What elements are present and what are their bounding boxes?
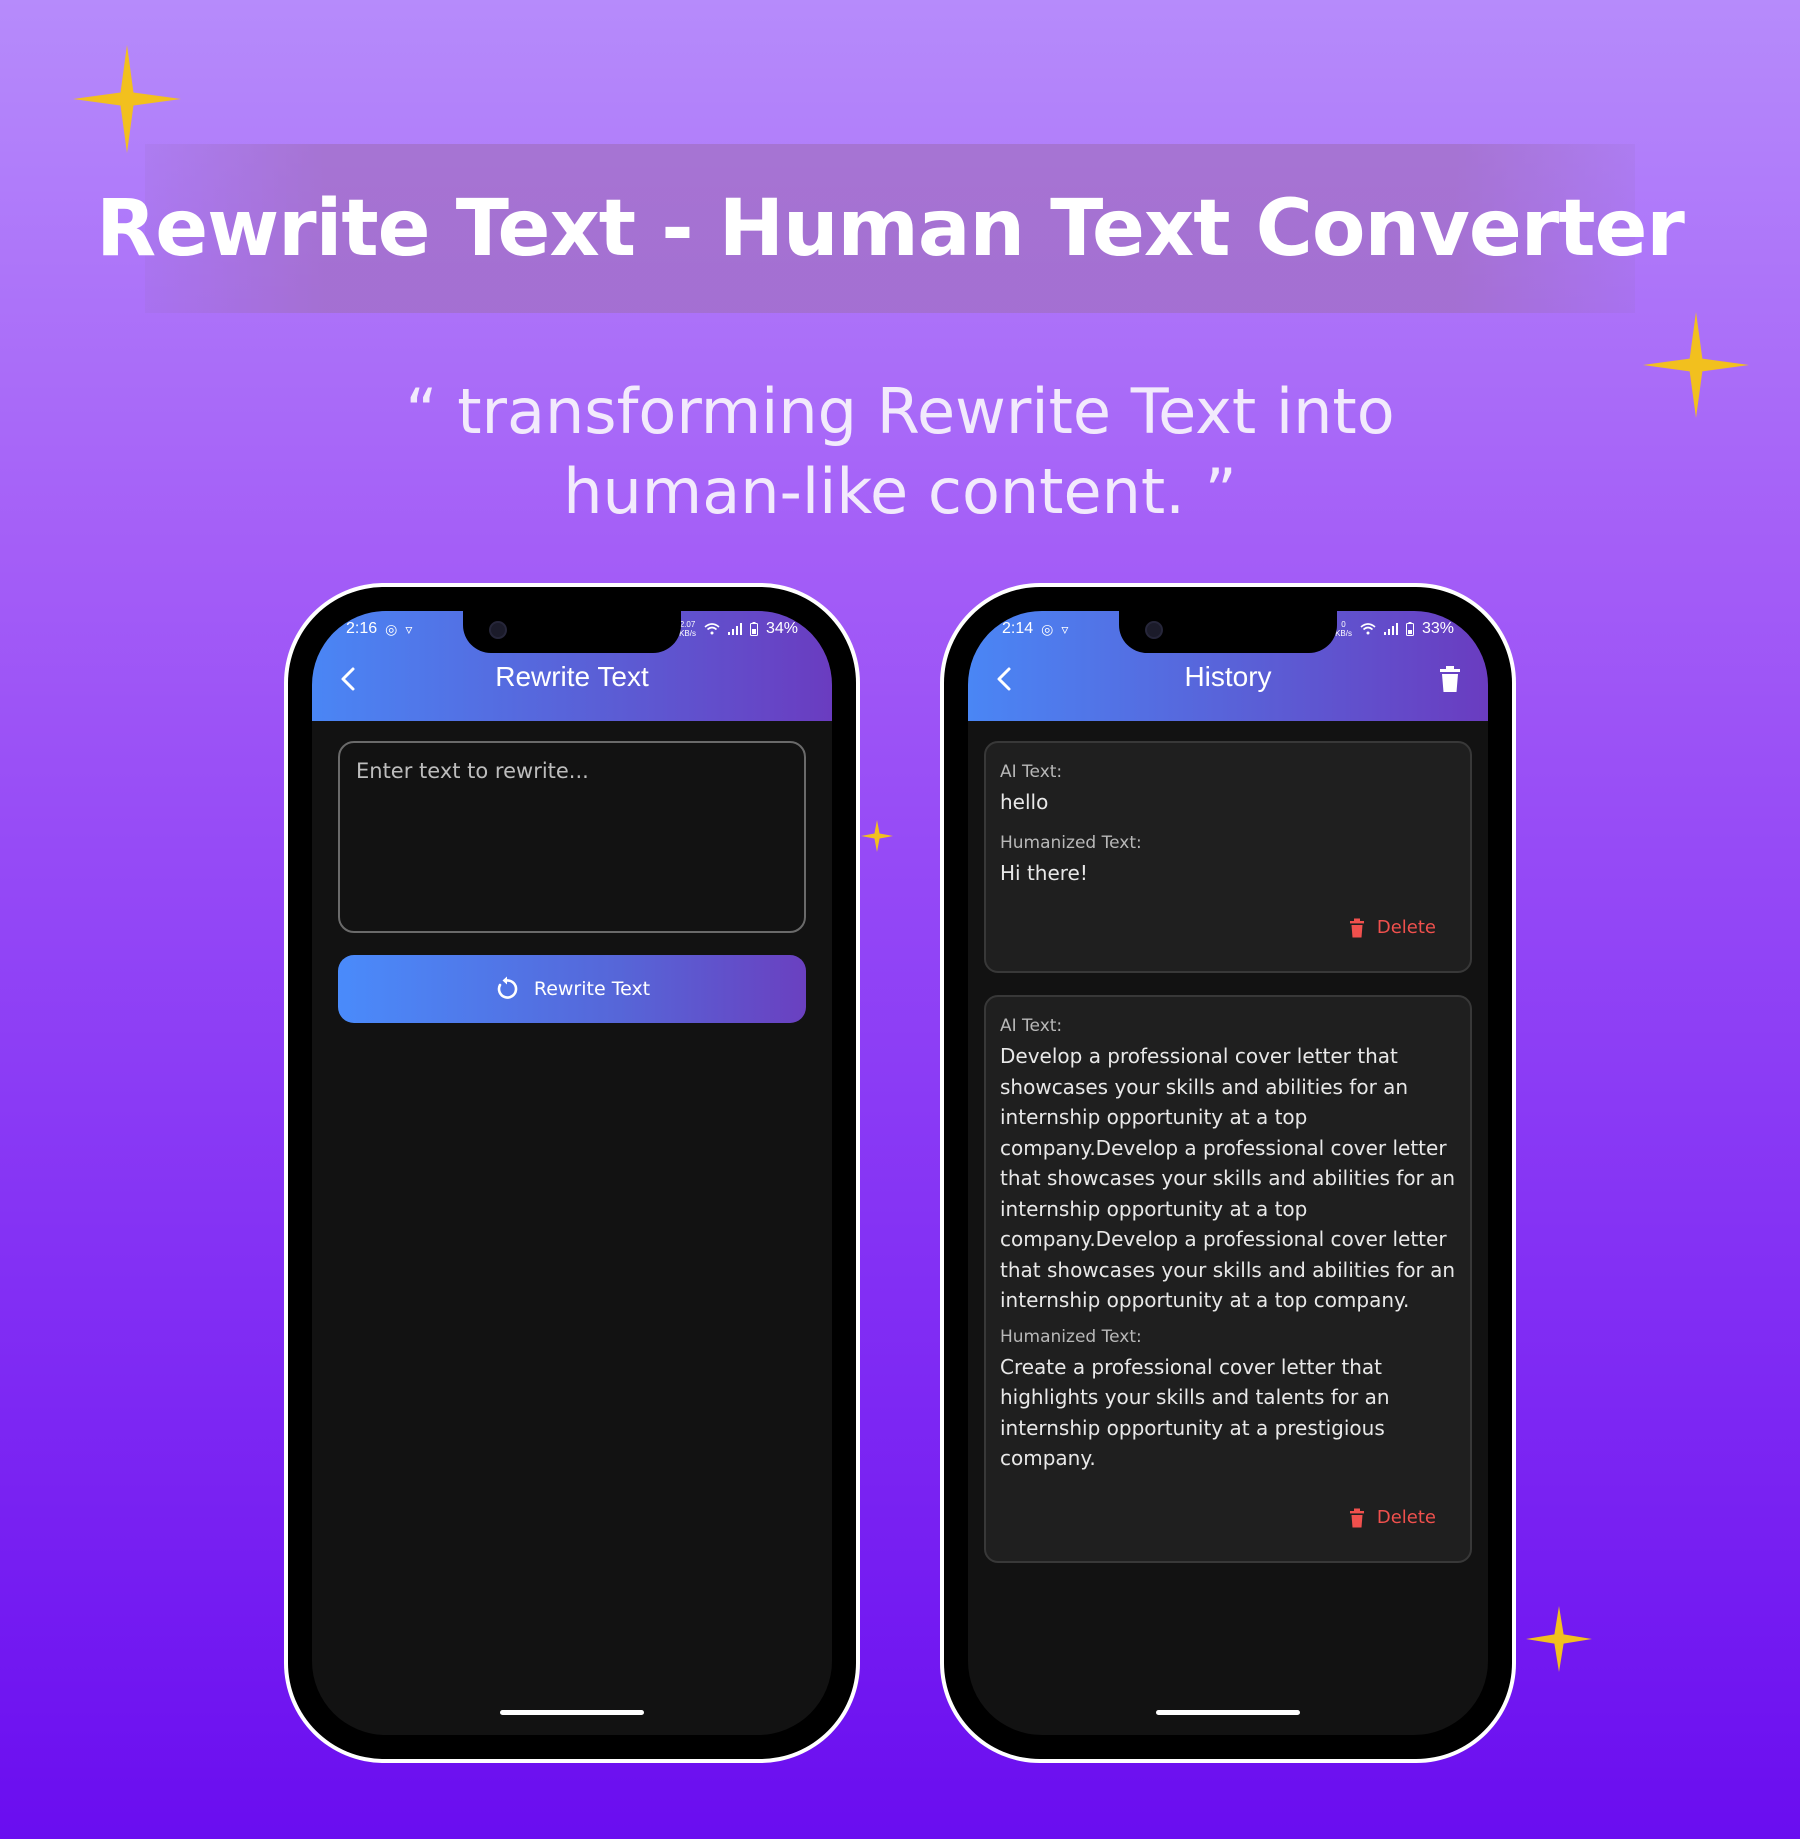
trash-icon — [1349, 1508, 1364, 1527]
status-time: 2:14 — [1002, 620, 1034, 637]
history-card: AI Text: Develop a professional cover le… — [984, 995, 1472, 1563]
tagline-line-2: human-like content. ” — [563, 455, 1237, 528]
trash-icon[interactable] — [1436, 663, 1464, 695]
delete-label: Delete — [1376, 1507, 1436, 1528]
humanized-text-value: Create a professional cover letter that … — [1000, 1354, 1390, 1471]
battery-level: 33% — [1421, 620, 1454, 637]
shield-icon: ▿ — [405, 620, 413, 637]
instagram-icon: ◎ — [1041, 620, 1054, 637]
refresh-icon — [497, 976, 518, 999]
rewrite-button-label: Rewrite Text — [533, 978, 651, 1000]
notch — [1119, 611, 1337, 653]
shield-icon: ▿ — [1061, 620, 1069, 637]
wifi-icon — [1360, 623, 1376, 635]
delete-button[interactable]: Delete — [1349, 917, 1436, 938]
battery-icon — [1405, 622, 1414, 636]
signal-icon — [727, 623, 742, 635]
sparkle-icon — [73, 45, 181, 153]
delete-label: Delete — [1376, 917, 1436, 938]
status-time: 2:16 — [346, 620, 378, 637]
page-title: Rewrite Text - Human Text Converter — [96, 183, 1685, 274]
signal-icon — [1383, 623, 1398, 635]
rewrite-screen: 2:16 ◎ ▿ 2.07 KB/s 34% Rewrite Text Ente… — [312, 611, 832, 1735]
ai-text-value: hello — [1000, 790, 1049, 814]
rewrite-input[interactable] — [338, 741, 806, 933]
phone-history: 2:14 ◎ ▿ 0 KB/s 33% History AI Text: hel… — [940, 583, 1516, 1763]
phone-rewrite: 2:16 ◎ ▿ 2.07 KB/s 34% Rewrite Text Ente… — [284, 583, 860, 1763]
ai-text-value: Develop a professional cover letter that… — [1000, 1044, 1456, 1312]
network-speed: 0 KB/s — [1335, 620, 1352, 638]
sparkle-icon — [861, 820, 893, 852]
trash-icon — [1349, 918, 1364, 937]
ai-text-label: AI Text: — [1000, 1016, 1063, 1036]
title-banner: Rewrite Text - Human Text Converter — [96, 144, 1685, 313]
instagram-icon: ◎ — [385, 620, 398, 637]
humanized-text-label: Humanized Text: — [1000, 832, 1142, 853]
rewrite-text-button[interactable]: Rewrite Text — [338, 955, 806, 1023]
home-indicator — [500, 1710, 644, 1715]
network-speed: 2.07 KB/s — [679, 620, 696, 638]
humanized-text-label: Humanized Text: — [1000, 1326, 1142, 1347]
history-screen: 2:14 ◎ ▿ 0 KB/s 33% History AI Text: hel… — [968, 611, 1488, 1735]
screen-title: Rewrite Text — [495, 661, 649, 692]
delete-button[interactable]: Delete — [1349, 1507, 1436, 1528]
home-indicator — [1156, 1710, 1300, 1715]
screen-title: History — [1184, 661, 1272, 692]
humanized-text-value: Hi there! — [1000, 860, 1088, 885]
notch — [463, 611, 681, 653]
ai-text-label: AI Text: — [1000, 762, 1063, 782]
wifi-icon — [704, 623, 720, 635]
tagline: “ transforming Rewrite Text into human-l… — [0, 372, 1800, 532]
sparkle-icon — [1526, 1606, 1592, 1672]
battery-icon — [749, 622, 758, 636]
battery-level: 34% — [765, 620, 798, 637]
tagline-line-1: “ transforming Rewrite Text into — [405, 375, 1395, 448]
history-card: AI Text: hello Humanized Text: Hi there!… — [984, 741, 1472, 973]
